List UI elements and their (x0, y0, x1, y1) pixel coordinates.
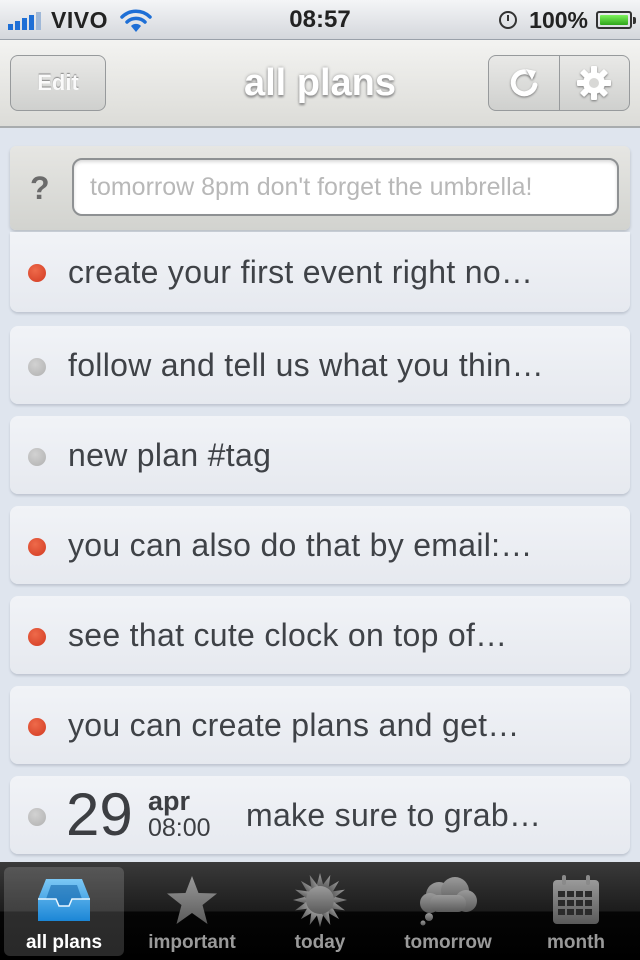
priority-dot (28, 628, 46, 646)
plan-title: you can create plans and get… (68, 707, 520, 743)
help-button[interactable]: ? (30, 166, 52, 210)
list-item[interactable]: you can create plans and get… (10, 686, 630, 764)
plan-title: you can also do that by email:… (68, 527, 533, 563)
list-item[interactable]: create your first event right no… (10, 232, 630, 312)
tab-label: month (546, 932, 606, 953)
priority-dot (28, 448, 46, 466)
plan-title: follow and tell us what you thin… (68, 347, 544, 383)
priority-dot (28, 538, 46, 556)
star-icon (167, 876, 217, 924)
list-item[interactable]: new plan #tag (10, 416, 630, 494)
sun-icon (293, 873, 347, 927)
alarm-clock-icon (499, 11, 518, 29)
plan-date-day: 29 (66, 781, 133, 848)
tab-label: all plans (25, 932, 103, 953)
list-item[interactable]: see that cute clock on top of… (10, 596, 630, 674)
plan-date-time: 08:00 (148, 814, 211, 842)
gear-icon (577, 66, 612, 100)
plan-title: create your first event right no… (68, 254, 534, 290)
plan-title: make sure to grab… (246, 797, 542, 833)
tab-bar: all plans important today tomorrow month (0, 862, 640, 960)
settings-button[interactable] (558, 56, 630, 110)
refresh-button[interactable] (489, 56, 559, 110)
plan-title: see that cute clock on top of… (68, 617, 508, 653)
tab-tomorrow[interactable]: tomorrow (384, 862, 512, 960)
list-item[interactable]: you can also do that by email:… (10, 506, 630, 584)
refresh-icon (510, 69, 538, 97)
tab-month[interactable]: month (512, 862, 640, 960)
priority-dot (28, 718, 46, 736)
battery-icon (596, 11, 636, 29)
battery-percentage: 100% (529, 6, 588, 33)
tab-important[interactable]: important (128, 862, 256, 960)
tab-label: important (148, 932, 236, 953)
nav-action-buttons (488, 55, 630, 111)
tab-label: today (294, 932, 346, 953)
tab-today[interactable]: today (256, 862, 384, 960)
tab-all-plans[interactable]: all plans (0, 862, 128, 960)
quick-add-input[interactable] (72, 158, 619, 216)
priority-dot (28, 264, 46, 282)
plan-title: new plan #tag (68, 437, 272, 473)
navigation-bar: Edit all plans (0, 40, 640, 128)
tab-label: tomorrow (404, 932, 492, 953)
priority-dot (28, 358, 46, 376)
quick-add-bar: ? (10, 146, 630, 230)
status-bar: VIVO 08:57 100% (0, 0, 640, 40)
list-item[interactable]: 29 apr 08:00 make sure to grab… (10, 776, 630, 854)
inbox-icon (38, 879, 90, 921)
plan-date-month: apr (148, 786, 191, 816)
calendar-icon (553, 875, 599, 924)
status-right: 100% (499, 6, 636, 34)
priority-dot (28, 808, 46, 826)
list-item[interactable]: follow and tell us what you thin… (10, 326, 630, 404)
cloud-icon (420, 877, 477, 926)
